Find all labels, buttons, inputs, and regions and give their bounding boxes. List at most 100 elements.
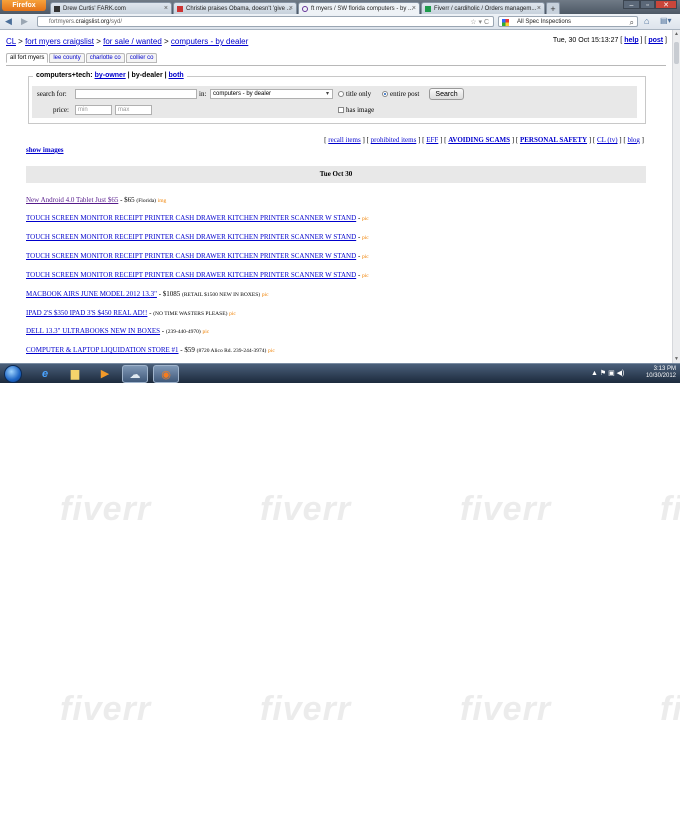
fiverr-watermark: fiverr bbox=[260, 490, 352, 528]
search-legend: computers+tech: by-owner | by-dealer | b… bbox=[33, 72, 187, 79]
listing-title-link[interactable]: COMPUTER & LAPTOP LIQUIDATION STORE #1 bbox=[26, 346, 179, 354]
file-explorer-icon[interactable]: ▆ bbox=[62, 365, 88, 383]
show-images-link[interactable]: show images bbox=[26, 146, 64, 154]
fiverr-favicon-icon bbox=[425, 6, 431, 12]
search-button[interactable]: Search bbox=[429, 88, 464, 100]
listing-title-link[interactable]: DELL 13.3" ULTRABOOKS NEW IN BOXES bbox=[26, 327, 160, 335]
listing-tag: pic bbox=[362, 216, 369, 222]
tab-fark[interactable]: Drew Curtis' FARK.com × bbox=[50, 2, 172, 14]
listing-row: TOUCH SCREEN MONITOR RECEIPT PRINTER CAS… bbox=[26, 271, 369, 279]
listing-price: $59 bbox=[184, 346, 195, 354]
price-max-input[interactable]: max bbox=[115, 105, 152, 115]
price-min-input[interactable]: min bbox=[75, 105, 112, 115]
bookmark-star-icon[interactable]: ☆ ▾ C bbox=[470, 17, 489, 28]
tab-christie[interactable]: Christie praises Obama, doesn't 'give ..… bbox=[173, 2, 297, 14]
entire-post-label: entire post bbox=[390, 90, 420, 98]
media-player-icon[interactable]: ▶ bbox=[92, 365, 118, 383]
title-only-radio[interactable] bbox=[338, 91, 344, 97]
breadcrumb-category-link[interactable]: computers - by dealer bbox=[171, 37, 248, 46]
post-link[interactable]: post bbox=[648, 37, 663, 44]
breadcrumb-city-link[interactable]: fort myers craigslist bbox=[25, 37, 94, 46]
search-input[interactable] bbox=[75, 89, 197, 99]
tab-divider bbox=[6, 65, 666, 66]
system-tray-icons[interactable]: ▲ ⚑ ▣ ◀) bbox=[591, 369, 624, 377]
start-button[interactable] bbox=[4, 365, 22, 383]
listing-location: (Florida) bbox=[136, 198, 156, 204]
fiverr-watermark: fiverr bbox=[60, 690, 152, 728]
url-path: /syd/ bbox=[109, 19, 123, 25]
forward-arrow-icon[interactable]: ▶ bbox=[21, 16, 28, 27]
maximize-button[interactable]: ▫ bbox=[640, 0, 655, 9]
tab-all-fort-myers[interactable]: all fort myers bbox=[6, 53, 49, 63]
listing-title-link[interactable]: TOUCH SCREEN MONITOR RECEIPT PRINTER CAS… bbox=[26, 233, 356, 241]
has-image-checkbox[interactable] bbox=[338, 107, 344, 113]
peace-favicon-icon bbox=[302, 6, 308, 12]
scrollbar-thumb[interactable] bbox=[674, 42, 679, 64]
listing-row: COMPUTER & LAPTOP LIQUIDATION STORE #1 -… bbox=[26, 346, 275, 354]
url-prefix: fortmyers. bbox=[49, 19, 76, 25]
close-window-button[interactable]: ✕ bbox=[655, 0, 677, 9]
search-bar[interactable]: All Spec Inspections ⌕ bbox=[498, 16, 638, 27]
page-scrollbar[interactable]: ▲ ▼ bbox=[672, 30, 680, 363]
browser-titlebar: Firefox Drew Curtis' FARK.com × Christie… bbox=[0, 0, 680, 15]
breadcrumb-section-link[interactable]: for sale / wanted bbox=[103, 37, 162, 46]
news-favicon-icon bbox=[177, 6, 183, 12]
eff-link[interactable]: EFF bbox=[426, 136, 438, 144]
home-icon[interactable]: ⌂ bbox=[644, 16, 649, 26]
listing-tag: pic bbox=[268, 348, 275, 354]
listing-title-link[interactable]: New Android 4.0 Tablet Just $65 bbox=[26, 196, 118, 204]
tab-close-icon[interactable]: × bbox=[289, 3, 293, 14]
tab-lee-county[interactable]: lee county bbox=[49, 53, 85, 63]
scroll-down-icon[interactable]: ▼ bbox=[674, 356, 679, 362]
internet-explorer-icon[interactable]: e bbox=[32, 365, 58, 383]
search-bar-text: All Spec Inspections bbox=[517, 19, 572, 25]
listing-title-link[interactable]: TOUCH SCREEN MONITOR RECEIPT PRINTER CAS… bbox=[26, 214, 356, 222]
by-owner-link[interactable]: by-owner bbox=[95, 72, 126, 79]
listing-title-link[interactable]: TOUCH SCREEN MONITOR RECEIPT PRINTER CAS… bbox=[26, 271, 356, 279]
breadcrumb-cl-link[interactable]: CL bbox=[6, 37, 16, 46]
listing-title-link[interactable]: TOUCH SCREEN MONITOR RECEIPT PRINTER CAS… bbox=[26, 252, 356, 260]
tab-charlotte-co[interactable]: charlotte co bbox=[85, 53, 125, 63]
listing-row: New Android 4.0 Tablet Just $65 - $65 (F… bbox=[26, 196, 167, 204]
category-select[interactable]: computers - by dealer ▾ bbox=[210, 89, 333, 99]
scroll-up-icon[interactable]: ▲ bbox=[674, 31, 679, 37]
both-link[interactable]: both bbox=[169, 72, 184, 79]
tab-close-icon[interactable]: × bbox=[537, 3, 541, 14]
prohibited-items-link[interactable]: prohibited items bbox=[371, 136, 417, 144]
tab-close-icon[interactable]: × bbox=[412, 3, 416, 14]
address-bar[interactable]: fortmyers.craigslist.org/syd/ ☆ ▾ C bbox=[37, 16, 494, 27]
tray-clock[interactable]: 3:13 PM 10/30/2012 bbox=[646, 366, 676, 380]
page-datetime: Tue, 30 Oct 15:13:27 [ help ] [ post ] bbox=[552, 37, 667, 44]
listing-price: $65 bbox=[124, 196, 135, 204]
listing-row: MACBOOK AIRS JUNE MODEL 2012 13.3" - $10… bbox=[26, 290, 269, 298]
listing-title-link[interactable]: IPAD 2'S $350 IPAD 3'S $450 REAL AD!! bbox=[26, 309, 147, 317]
tab-fiverr[interactable]: Fiverr / cardiholic / Orders managem... … bbox=[421, 2, 545, 14]
fiverr-watermark: fiverr bbox=[660, 490, 680, 528]
firefox-taskbar-icon[interactable]: ◉ bbox=[153, 365, 179, 383]
listing-title-link[interactable]: MACBOOK AIRS JUNE MODEL 2012 13.3" bbox=[26, 290, 157, 298]
tab-close-icon[interactable]: × bbox=[164, 3, 168, 14]
fiverr-watermark: fiverr bbox=[460, 490, 552, 528]
tab-craigslist[interactable]: ft myers / SW florida computers - by ...… bbox=[298, 2, 420, 14]
bookmarks-menu-icon[interactable]: ▤▾ bbox=[660, 16, 672, 25]
windows-live-icon[interactable]: ☁ bbox=[122, 365, 148, 383]
fiverr-watermark: fiverr bbox=[660, 690, 680, 728]
recall-items-link[interactable]: recall items bbox=[328, 136, 360, 144]
avoiding-scams-link[interactable]: AVOIDING SCAMS bbox=[448, 136, 510, 144]
back-arrow-icon[interactable]: ◀ bbox=[5, 16, 12, 27]
tab-label: Fiverr / cardiholic / Orders managem... bbox=[434, 6, 537, 12]
cl-tv-link[interactable]: CL (tv) bbox=[597, 136, 618, 144]
blog-link[interactable]: blog bbox=[627, 136, 639, 144]
minimize-button[interactable]: – bbox=[623, 0, 640, 9]
breadcrumb: CL > fort myers craigslist > for sale / … bbox=[6, 37, 249, 46]
help-link[interactable]: help bbox=[624, 37, 638, 44]
personal-safety-link[interactable]: PERSONAL SAFETY bbox=[520, 136, 587, 144]
firefox-menu-button[interactable]: Firefox bbox=[2, 0, 46, 11]
entire-post-radio[interactable] bbox=[382, 91, 388, 97]
listing-location: (RETAIL $1500 NEW IN BOXES) bbox=[182, 292, 261, 298]
listing-row: DELL 13.3" ULTRABOOKS NEW IN BOXES - (23… bbox=[26, 327, 210, 335]
fiverr-watermark: fiverr bbox=[260, 690, 352, 728]
listing-tag: pic bbox=[229, 311, 236, 317]
tab-collier-co[interactable]: collier co bbox=[125, 53, 158, 63]
search-icon[interactable]: ⌕ bbox=[630, 17, 634, 28]
